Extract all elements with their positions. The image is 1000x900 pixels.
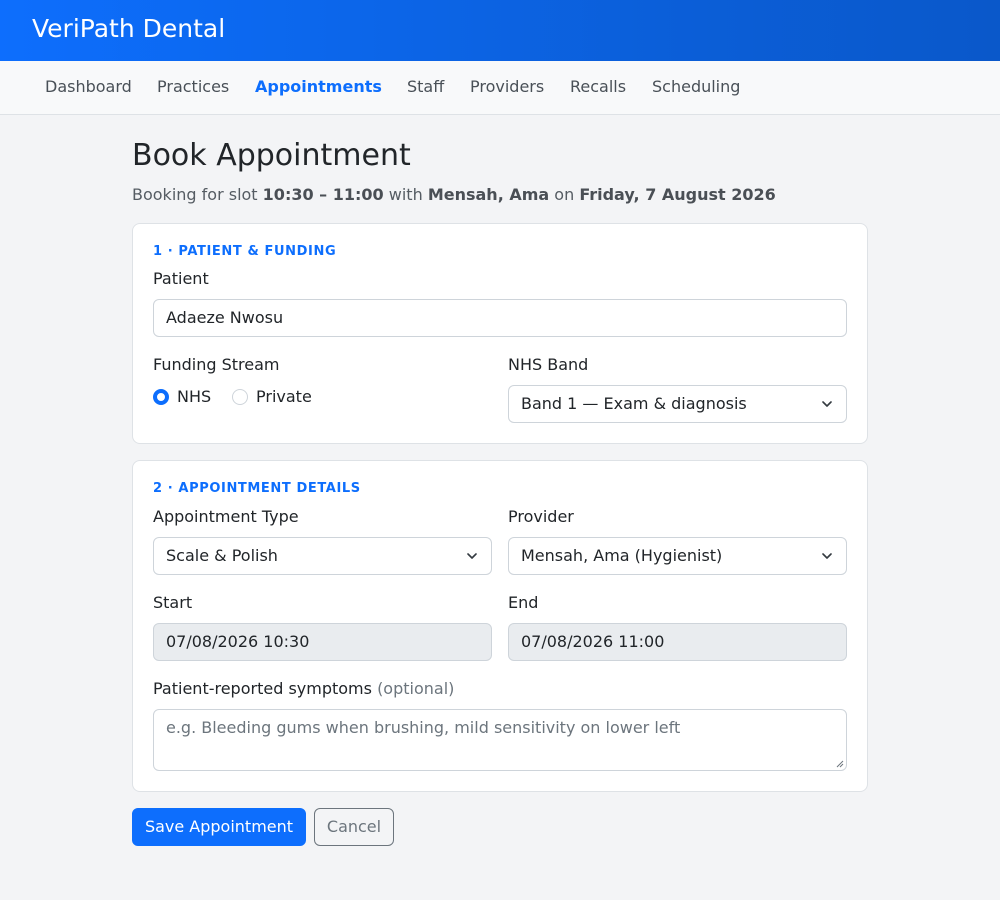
symptoms-optional-hint: (optional) — [377, 679, 455, 698]
start-datetime-field[interactable]: 07/08/2026 10:30 — [153, 623, 492, 661]
provider-value: Mensah, Ama (Hygienist) — [521, 546, 723, 565]
summary-slot: 10:30 – 11:00 — [262, 185, 384, 204]
summary-with: with — [388, 185, 423, 204]
patient-funding-card: 1 · PATIENT & FUNDING Patient Adaeze Nwo… — [132, 223, 868, 444]
summary-prefix: Booking for slot — [132, 185, 258, 204]
nav-item-practices[interactable]: Practices — [157, 77, 229, 97]
appointment-type-label: Appointment Type — [153, 507, 299, 526]
summary-on: on — [554, 185, 575, 204]
summary-provider: Mensah, Ama — [427, 185, 550, 204]
save-appointment-button[interactable]: Save Appointment — [132, 808, 306, 846]
section-heading-patient-funding: 1 · PATIENT & FUNDING — [153, 244, 337, 259]
nav-item-scheduling[interactable]: Scheduling — [652, 77, 740, 97]
patient-label: Patient — [153, 269, 209, 288]
nav-item-staff[interactable]: Staff — [407, 77, 444, 97]
end-datetime-field[interactable]: 07/08/2026 11:00 — [508, 623, 847, 661]
end-label: End — [508, 593, 539, 612]
section-heading-appointment-details: 2 · APPOINTMENT DETAILS — [153, 481, 361, 496]
chevron-down-icon — [467, 553, 477, 559]
funding-nhs-label[interactable]: NHS — [177, 387, 211, 407]
booking-summary: Booking for slot 10:30 – 11:00 with Mens… — [132, 185, 776, 205]
chevron-down-icon — [822, 553, 832, 559]
nhs-band-select[interactable]: Band 1 — Exam & diagnosis — [508, 385, 847, 423]
nav-item-recalls[interactable]: Recalls — [570, 77, 626, 97]
chevron-down-icon — [822, 401, 832, 407]
funding-nhs-radio[interactable] — [153, 389, 169, 405]
nhs-band-label: NHS Band — [508, 355, 589, 374]
page-title: Book Appointment — [132, 138, 411, 173]
provider-select[interactable]: Mensah, Ama (Hygienist) — [508, 537, 847, 575]
symptoms-label-text: Patient-reported symptoms — [153, 679, 372, 698]
nav-item-dashboard[interactable]: Dashboard — [45, 77, 132, 97]
appointment-details-card: 2 · APPOINTMENT DETAILS Appointment Type… — [132, 460, 868, 792]
provider-label: Provider — [508, 507, 574, 526]
symptoms-label: Patient-reported symptoms (optional) — [153, 679, 454, 699]
start-label: Start — [153, 593, 193, 612]
nav-item-providers[interactable]: Providers — [470, 77, 544, 97]
cancel-button[interactable]: Cancel — [314, 808, 394, 846]
appointment-type-select[interactable]: Scale & Polish — [153, 537, 492, 575]
summary-date: Friday, 7 August 2026 — [579, 185, 776, 204]
appointment-type-value: Scale & Polish — [166, 546, 278, 565]
symptoms-placeholder: e.g. Bleeding gums when brushing, mild s… — [166, 718, 681, 737]
funding-private-label[interactable]: Private — [256, 387, 312, 407]
nhs-band-value: Band 1 — Exam & diagnosis — [521, 394, 747, 413]
brand-logo[interactable]: VeriPath Dental — [32, 14, 225, 44]
main-nav: Dashboard Practices Appointments Staff P… — [0, 61, 1000, 115]
patient-input[interactable]: Adaeze Nwosu — [153, 299, 847, 337]
symptoms-textarea[interactable]: e.g. Bleeding gums when brushing, mild s… — [153, 709, 847, 771]
funding-private-radio[interactable] — [232, 389, 248, 405]
funding-stream-label: Funding Stream — [153, 355, 280, 374]
nav-item-appointments[interactable]: Appointments — [255, 77, 382, 97]
app-header: VeriPath Dental — [0, 0, 1000, 61]
resize-grip-icon[interactable] — [836, 760, 844, 768]
